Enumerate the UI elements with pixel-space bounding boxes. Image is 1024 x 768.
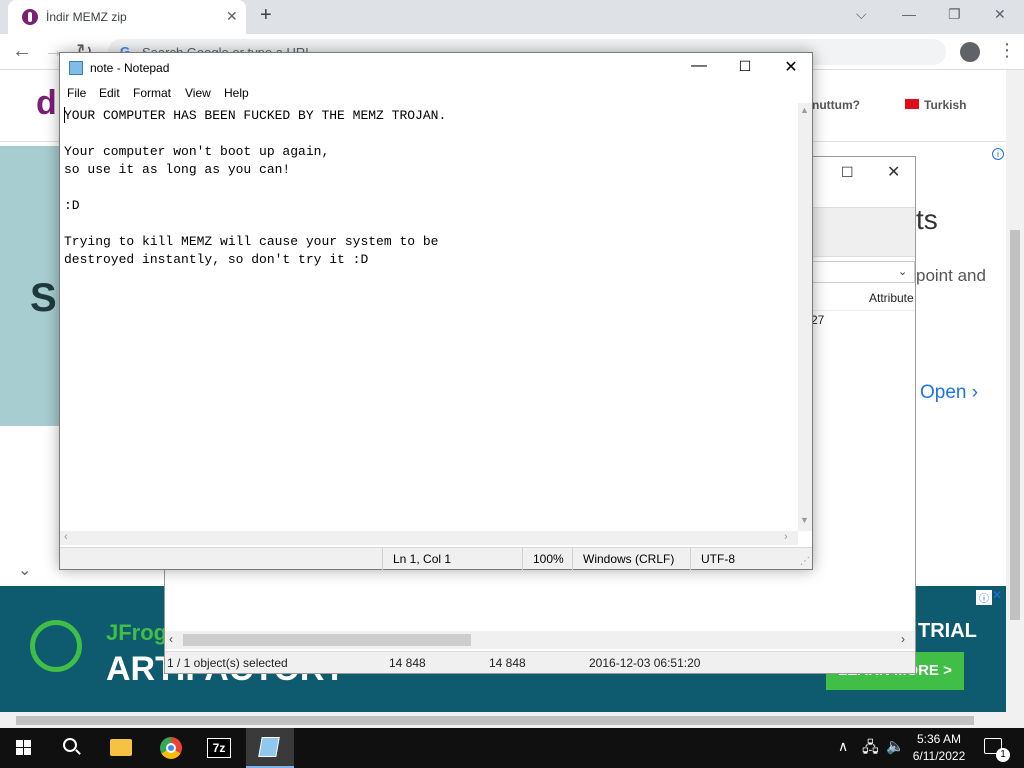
page-text-fragment: point and <box>916 266 986 285</box>
menu-edit[interactable]: Edit <box>99 86 120 100</box>
page-horizontal-scroll-thumb[interactable] <box>16 716 974 725</box>
folder-icon <box>110 739 132 756</box>
status-selection: 1 / 1 object(s) selected <box>167 656 288 670</box>
notepad-icon <box>258 737 280 757</box>
text-caret <box>64 107 65 123</box>
back-arrow-icon[interactable]: ← <box>12 40 32 63</box>
notepad-maximize-button[interactable]: ☐ <box>734 58 756 75</box>
language-link[interactable]: Turkish <box>924 98 966 112</box>
seven-zip-scroll-thumb[interactable] <box>183 634 471 646</box>
ad-brand: JFrog <box>106 620 168 645</box>
page-horizontal-scrollbar[interactable] <box>0 712 1024 728</box>
notepad-menubar: File Edit Format View Help <box>60 83 812 103</box>
tab-close-icon[interactable]: ✕ <box>226 8 238 25</box>
tab-search-icon[interactable]: ⌵ <box>856 6 867 23</box>
notepad-statusbar: Ln 1, Col 1 100% Windows (CRLF) UTF-8 ⋰ <box>60 547 812 570</box>
page-vertical-scrollbar[interactable] <box>1006 70 1024 712</box>
status-line-ending: Windows (CRLF) <box>572 548 690 570</box>
new-tab-button[interactable]: + <box>260 4 272 27</box>
menu-view[interactable]: View <box>185 86 211 100</box>
notification-count-badge: 1 <box>996 748 1010 762</box>
seven-zip-maximize-button[interactable]: ☐ <box>841 164 854 181</box>
status-packed-size: 14 848 <box>489 656 526 670</box>
taskbar-chrome[interactable] <box>148 728 196 768</box>
open-link[interactable]: Open › <box>920 382 978 404</box>
resize-grip-icon[interactable]: ⋰ <box>800 556 810 567</box>
taskbar: 7z ∧ 🖧 🔈 5:36 AM 6/11/2022 1 <box>0 728 1024 768</box>
browser-minimize-button[interactable]: — <box>902 6 916 22</box>
status-modified: 2016-12-03 06:51:20 <box>589 656 701 670</box>
menu-file[interactable]: File <box>67 86 86 100</box>
status-zoom: 100% <box>522 548 572 570</box>
notepad-text-area[interactable]: YOUR COMPUTER HAS BEEN FUCKED BY THE MEM… <box>60 103 798 583</box>
menu-format[interactable]: Format <box>133 86 171 100</box>
taskbar-notepad[interactable] <box>246 728 294 768</box>
chevron-down-icon[interactable]: ⌄ <box>898 265 907 278</box>
start-button[interactable] <box>0 728 48 768</box>
site-favicon-icon <box>22 9 38 25</box>
tab-strip: İndir MEMZ zip ✕ + ⌵ — ❐ ✕ <box>0 0 1024 34</box>
seven-zip-path-field[interactable]: ⌄ <box>805 261 915 283</box>
notepad-window: note - Notepad — ☐ ✕ File Edit Format Vi… <box>59 52 813 570</box>
seven-zip-close-button[interactable]: ✕ <box>887 162 900 182</box>
status-cursor-position: Ln 1, Col 1 <box>382 548 522 570</box>
profile-avatar-icon[interactable] <box>960 42 980 62</box>
seven-zip-horizontal-scrollbar[interactable]: ‹ › <box>165 631 915 649</box>
ad-trial-text: TRIAL <box>918 620 977 642</box>
ad-info-icon[interactable]: i <box>992 148 1004 160</box>
notepad-minimize-button[interactable]: — <box>688 57 710 75</box>
windows-logo-icon <box>16 740 32 756</box>
browser-restore-button[interactable]: ❐ <box>948 6 961 23</box>
clock-time[interactable]: 5:36 AM <box>908 732 970 746</box>
page-vertical-scroll-thumb[interactable] <box>1010 230 1020 620</box>
column-attributes[interactable]: Attribute <box>869 291 914 305</box>
ad-close-icon[interactable]: ✕ <box>992 588 1002 602</box>
notepad-vertical-scrollbar[interactable]: ▲ ▼ <box>798 103 812 531</box>
scroll-left-arrow-icon[interactable]: ‹ <box>64 531 68 543</box>
turkey-flag-icon <box>905 99 919 109</box>
seven-zip-statusbar: 1 / 1 object(s) selected 14 848 14 848 2… <box>165 651 915 673</box>
seven-zip-column-header: Attribute <box>805 285 915 311</box>
show-hidden-icons-button[interactable]: ∧ <box>838 738 848 755</box>
taskbar-file-explorer[interactable] <box>98 728 146 768</box>
browser-menu-icon[interactable]: ⋮ <box>998 40 1016 61</box>
taskbar-search-button[interactable] <box>48 728 96 768</box>
left-ad-banner[interactable]: S <box>0 146 62 426</box>
seven-zip-icon: 7z <box>207 738 231 758</box>
notepad-titlebar[interactable]: note - Notepad — ☐ ✕ <box>60 53 812 83</box>
notepad-close-button[interactable]: ✕ <box>780 57 802 77</box>
network-icon[interactable]: 🖧 <box>862 737 879 762</box>
clock-date[interactable]: 6/11/2022 <box>908 749 970 763</box>
notepad-title: note - Notepad <box>90 61 170 75</box>
scroll-left-arrow-icon[interactable]: ‹ <box>169 632 173 646</box>
status-encoding: UTF-8 <box>690 548 800 570</box>
jfrog-logo-icon <box>30 620 82 672</box>
status-size: 14 848 <box>389 656 426 670</box>
ad-info-icon[interactable]: ⓘ <box>976 590 992 605</box>
browser-close-button[interactable]: ✕ <box>994 6 1006 23</box>
site-logo[interactable]: d <box>36 84 57 123</box>
search-icon-handle <box>75 749 81 755</box>
ad-left-text: S <box>30 276 57 320</box>
scroll-up-arrow-icon[interactable]: ▲ <box>800 105 809 115</box>
browser-tab[interactable]: İndir MEMZ zip ✕ <box>8 0 246 34</box>
forgot-password-link[interactable]: nuttum? <box>812 98 860 112</box>
taskbar-seven-zip[interactable]: 7z <box>196 728 244 768</box>
scroll-right-arrow-icon[interactable]: › <box>901 632 905 646</box>
page-heading-fragment: ts <box>916 204 938 235</box>
notepad-horizontal-scrollbar[interactable]: ‹ › <box>60 531 798 545</box>
scroll-down-arrow-icon[interactable]: ▼ <box>800 515 809 525</box>
tab-title: İndir MEMZ zip <box>46 10 127 24</box>
notepad-icon[interactable] <box>69 61 83 75</box>
chrome-icon-center <box>166 743 176 753</box>
menu-help[interactable]: Help <box>224 86 249 100</box>
expand-chevron-icon[interactable]: ⌄ <box>18 560 31 580</box>
file-row-cell: 27 <box>811 313 825 327</box>
scroll-right-arrow-icon[interactable]: › <box>784 531 788 543</box>
volume-icon[interactable]: 🔈 <box>886 737 905 755</box>
